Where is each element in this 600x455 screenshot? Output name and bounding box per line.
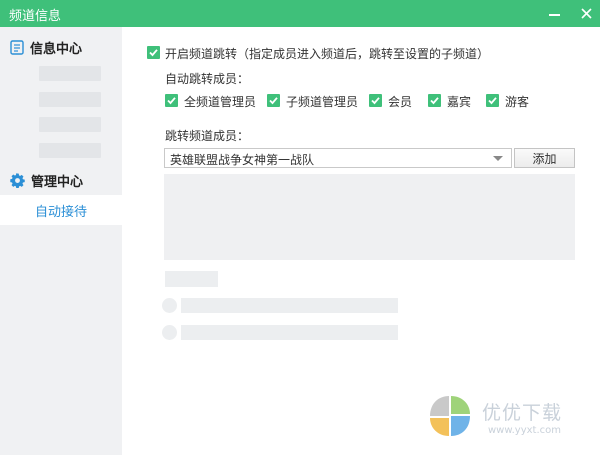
chevron-down-icon[interactable]: [493, 156, 503, 161]
window-title: 频道信息: [9, 9, 62, 24]
minimize-button[interactable]: [540, 0, 568, 27]
placeholder-text: [181, 298, 398, 313]
watermark-text: 优优下载: [482, 402, 563, 424]
close-button[interactable]: [572, 0, 600, 27]
minimize-icon: [548, 13, 560, 16]
member-checkbox-visitor[interactable]: [486, 94, 499, 107]
title-bar[interactable]: 频道信息: [0, 0, 600, 27]
member-checkbox-guest[interactable]: [428, 94, 441, 107]
sidebar-item-info-center[interactable]: 信息中心: [0, 30, 122, 64]
placeholder-radio: [162, 298, 177, 313]
sidebar-item-label: 管理中心: [31, 174, 84, 190]
member-select-value: 英雄联盟战争女神第一战队: [170, 153, 315, 167]
placeholder-radio: [162, 325, 177, 340]
sidebar: 信息中心 管理中心 自动接待: [0, 27, 122, 455]
check-icon: [371, 97, 380, 105]
check-icon: [430, 97, 439, 105]
member-option-label: 嘉宾: [447, 95, 472, 109]
placeholder-text: [181, 325, 398, 340]
member-select-dropdown[interactable]: 英雄联盟战争女神第一战队: [164, 148, 512, 168]
sidebar-placeholder: [39, 117, 101, 132]
check-icon: [488, 97, 497, 105]
check-icon: [167, 97, 176, 105]
sidebar-placeholder: [39, 92, 101, 107]
check-icon: [149, 49, 158, 57]
auto-members-label: 自动跳转成员：: [165, 72, 250, 86]
sidebar-item-auto-reception[interactable]: 自动接待: [0, 195, 122, 225]
member-option-label: 子频道管理员: [286, 95, 359, 109]
member-checkbox-sub-admin[interactable]: [267, 94, 280, 107]
enable-jump-checkbox[interactable]: [147, 46, 160, 59]
sidebar-placeholder: [39, 143, 101, 158]
sidebar-item-label: 信息中心: [30, 41, 83, 57]
member-option-label: 全频道管理员: [184, 95, 257, 109]
placeholder-heading: [165, 271, 218, 287]
watermark-logo: [430, 396, 470, 436]
gear-icon: [10, 172, 25, 188]
member-checkbox-vip[interactable]: [369, 94, 382, 107]
member-option-label: 游客: [505, 95, 530, 109]
sidebar-item-manage-center[interactable]: 管理中心: [0, 163, 122, 197]
member-checkbox-all-admin[interactable]: [165, 94, 178, 107]
main-panel: 开启频道跳转（指定成员进入频道后，跳转至设置的子频道） 自动跳转成员： 全频道管…: [122, 27, 600, 455]
document-icon: [10, 39, 24, 55]
channel-info-window: 频道信息 信息中心 管理中心 自动接待 开启频道跳转（指定成员进入频道后，跳转至…: [0, 0, 600, 455]
sidebar-placeholder: [39, 66, 101, 81]
watermark: 优优下载 www.yyxt.com: [426, 392, 586, 442]
member-list[interactable]: [164, 174, 575, 260]
close-icon: [580, 8, 592, 19]
watermark-url: www.yyxt.com: [488, 425, 562, 436]
member-option-label: 会员: [388, 95, 413, 109]
enable-jump-label: 开启频道跳转（指定成员进入频道后，跳转至设置的子频道）: [165, 47, 490, 61]
jump-members-label: 跳转频道成员：: [165, 129, 250, 143]
add-button[interactable]: 添加: [514, 148, 575, 168]
check-icon: [269, 97, 278, 105]
